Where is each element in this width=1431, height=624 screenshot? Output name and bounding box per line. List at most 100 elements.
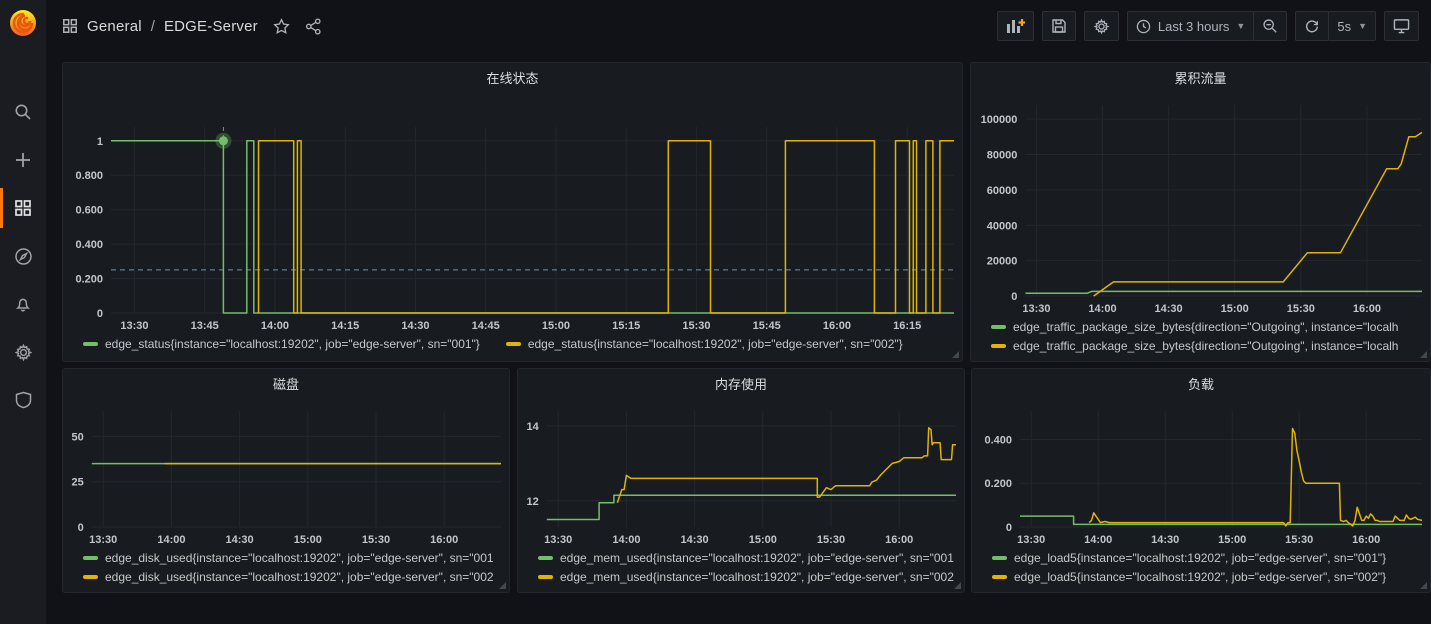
svg-text:12: 12 <box>527 496 539 508</box>
panel-resize-handle[interactable] <box>1420 351 1427 358</box>
panel-title[interactable]: 磁盘 <box>63 369 509 397</box>
search-icon[interactable] <box>0 88 46 136</box>
clock-icon <box>1136 19 1151 34</box>
legend-item[interactable]: edge_load5{instance="localhost:19202", j… <box>992 570 1422 584</box>
explore-compass-icon[interactable] <box>0 232 46 280</box>
svg-text:15:30: 15:30 <box>1287 303 1315 315</box>
svg-text:14:30: 14:30 <box>1151 534 1179 546</box>
dashboard-toolbar: Last 3 hours ▼ 5s ▼ <box>997 11 1419 41</box>
legend-item[interactable]: edge_status{instance="localhost:19202", … <box>83 337 480 351</box>
panel-resize-handle[interactable] <box>499 582 506 589</box>
page-title[interactable]: EDGE-Server <box>164 18 258 35</box>
dashboard-grid: 在线状态 13:30 13:45 14:00 14:15 14:30 14:45 15:00… <box>46 52 1431 624</box>
add-panel-button[interactable] <box>997 11 1034 41</box>
svg-text:14:45: 14:45 <box>472 320 500 332</box>
legend-series-label: edge_disk_used{instance="localhost:19202… <box>105 551 494 565</box>
svg-text:13:30: 13:30 <box>1017 534 1045 546</box>
panel-legend: edge_status{instance="localhost:19202", … <box>63 335 962 361</box>
svg-text:13:30: 13:30 <box>120 320 148 332</box>
timeseries-chart[interactable]: 13:3014:0014:3015:0015:3016:001214 <box>518 397 964 549</box>
legend-series-label: edge_status{instance="localhost:19202", … <box>105 337 480 351</box>
legend-series-swatch <box>538 575 553 579</box>
dashboard-grid-icon <box>62 18 78 34</box>
time-range-label: Last 3 hours <box>1158 19 1230 34</box>
svg-text:14:15: 14:15 <box>331 320 359 332</box>
svg-text:50: 50 <box>72 431 84 443</box>
zoom-out-time-button[interactable] <box>1253 11 1287 41</box>
svg-text:14:30: 14:30 <box>1155 303 1183 315</box>
server-admin-shield-icon[interactable] <box>0 376 46 424</box>
panel-title[interactable]: 在线状态 <box>63 63 962 91</box>
legend-series-label: edge_load5{instance="localhost:19202", j… <box>1014 551 1386 565</box>
star-icon[interactable] <box>273 18 290 35</box>
svg-text:25: 25 <box>72 477 84 489</box>
legend-series-swatch <box>991 325 1006 329</box>
panel-online-status: 在线状态 13:3013:4514:0014:1514:3014:4515:00… <box>62 62 963 362</box>
svg-text:0: 0 <box>78 522 84 534</box>
svg-text:15:30: 15:30 <box>817 534 845 546</box>
create-plus-icon[interactable] <box>0 136 46 184</box>
legend-item[interactable]: edge_traffic_package_size_bytes{directio… <box>991 320 1422 334</box>
share-icon[interactable] <box>305 18 322 35</box>
svg-text:0.800: 0.800 <box>75 170 103 182</box>
tv-mode-button[interactable] <box>1384 11 1419 41</box>
svg-text:14:00: 14:00 <box>1088 303 1116 315</box>
panel-title[interactable]: 内存使用 <box>518 369 964 397</box>
legend-item[interactable]: edge_mem_used{instance="localhost:19202"… <box>538 551 956 565</box>
legend-item[interactable]: edge_mem_used{instance="localhost:19202"… <box>538 570 956 584</box>
panel-cumulative-traffic: 累积流量 13:3014:0014:3015:0015:3016:0002000… <box>970 62 1431 362</box>
panel-legend: edge_load5{instance="localhost:19202", j… <box>972 549 1430 592</box>
svg-text:0.200: 0.200 <box>984 478 1012 490</box>
panel-resize-handle[interactable] <box>954 582 961 589</box>
svg-text:13:30: 13:30 <box>544 534 572 546</box>
panel-disk: 磁盘 13:3014:0014:3015:0015:3016:0002550 e… <box>62 368 510 593</box>
panel-title[interactable]: 累积流量 <box>971 63 1430 91</box>
timeseries-chart[interactable]: 13:3014:0014:3015:0015:3016:000200004000… <box>971 91 1430 318</box>
svg-text:15:00: 15:00 <box>1218 534 1246 546</box>
legend-series-label: edge_traffic_package_size_bytes{directio… <box>1013 339 1398 353</box>
timeseries-chart[interactable]: 13:3014:0014:3015:0015:3016:0002550 <box>63 397 509 549</box>
svg-text:100000: 100000 <box>981 114 1018 126</box>
svg-text:14: 14 <box>527 421 540 433</box>
refresh-button[interactable] <box>1295 11 1329 41</box>
svg-text:14:00: 14:00 <box>612 534 640 546</box>
timeseries-chart[interactable]: 13:3013:4514:0014:1514:3014:4515:0015:15… <box>63 91 962 335</box>
panel-resize-handle[interactable] <box>1420 582 1427 589</box>
svg-text:14:30: 14:30 <box>401 320 429 332</box>
legend-item[interactable]: edge_traffic_package_size_bytes{directio… <box>991 339 1422 353</box>
dashboard-settings-button[interactable] <box>1084 11 1119 41</box>
grafana-logo[interactable] <box>0 0 46 46</box>
time-range-picker[interactable]: Last 3 hours ▼ <box>1127 11 1254 41</box>
legend-item[interactable]: edge_disk_used{instance="localhost:19202… <box>83 570 501 584</box>
svg-text:13:45: 13:45 <box>191 320 219 332</box>
chevron-down-icon: ▼ <box>1358 21 1367 31</box>
timeseries-chart[interactable]: 13:3014:0014:3015:0015:3016:0000.2000.40… <box>972 397 1430 549</box>
legend-item[interactable]: edge_disk_used{instance="localhost:19202… <box>83 551 501 565</box>
legend-series-swatch <box>992 575 1007 579</box>
legend-series-label: edge_mem_used{instance="localhost:19202"… <box>560 551 954 565</box>
svg-text:0.600: 0.600 <box>75 205 103 217</box>
save-dashboard-button[interactable] <box>1042 11 1076 41</box>
panel-resize-handle[interactable] <box>952 351 959 358</box>
breadcrumb: General / EDGE-Server <box>62 18 322 35</box>
svg-text:16:00: 16:00 <box>823 320 851 332</box>
legend-item[interactable]: edge_status{instance="localhost:19202", … <box>506 337 903 351</box>
breadcrumb-section[interactable]: General <box>87 18 142 35</box>
panel-legend: edge_mem_used{instance="localhost:19202"… <box>518 549 964 592</box>
panel-title[interactable]: 负载 <box>972 369 1430 397</box>
configuration-gear-icon[interactable] <box>0 328 46 376</box>
svg-text:15:30: 15:30 <box>362 534 390 546</box>
svg-text:80000: 80000 <box>987 150 1018 162</box>
top-navbar: General / EDGE-Server Last 3 hours ▼ <box>46 0 1431 52</box>
dashboards-grid-icon[interactable] <box>0 184 46 232</box>
refresh-interval-picker[interactable]: 5s ▼ <box>1328 11 1376 41</box>
alerting-bell-icon[interactable] <box>0 280 46 328</box>
svg-text:60000: 60000 <box>987 185 1018 197</box>
svg-text:15:00: 15:00 <box>542 320 570 332</box>
svg-text:14:00: 14:00 <box>1084 534 1112 546</box>
panel-memory-usage: 内存使用 13:3014:0014:3015:0015:3016:001214 … <box>517 368 965 593</box>
svg-text:14:30: 14:30 <box>681 534 709 546</box>
legend-item[interactable]: edge_load5{instance="localhost:19202", j… <box>992 551 1422 565</box>
svg-text:14:30: 14:30 <box>226 534 254 546</box>
breadcrumb-separator: / <box>151 18 155 35</box>
